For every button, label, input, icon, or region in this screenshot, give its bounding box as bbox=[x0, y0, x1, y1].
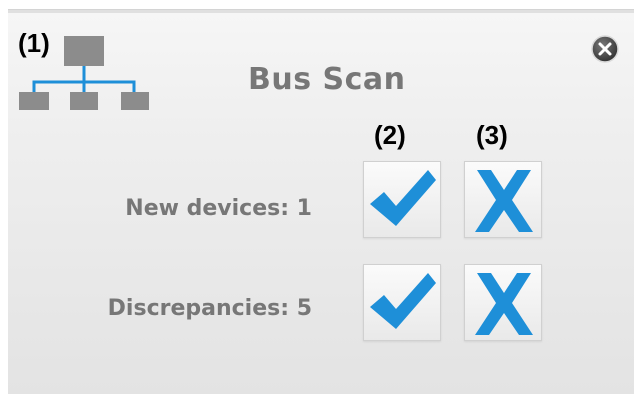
reject-discrepancies-button[interactable] bbox=[464, 264, 542, 341]
close-icon bbox=[591, 35, 619, 63]
discrepancies-label: Discrepancies: 5 bbox=[107, 296, 312, 321]
checkmark-icon bbox=[370, 170, 436, 226]
x-icon bbox=[475, 273, 533, 335]
accept-new-devices-button[interactable] bbox=[363, 161, 441, 238]
network-tree-icon bbox=[19, 36, 149, 110]
reject-new-devices-button[interactable] bbox=[464, 161, 542, 238]
x-icon bbox=[475, 170, 533, 232]
dialog-top-border bbox=[8, 10, 634, 13]
new-devices-label: New devices: 1 bbox=[125, 196, 312, 221]
marker-2: (2) bbox=[374, 120, 406, 150]
accept-discrepancies-button[interactable] bbox=[363, 264, 441, 341]
close-button[interactable] bbox=[590, 34, 620, 64]
dialog-title: Bus Scan bbox=[248, 62, 406, 97]
checkmark-icon bbox=[370, 273, 436, 329]
marker-3: (3) bbox=[476, 120, 508, 150]
